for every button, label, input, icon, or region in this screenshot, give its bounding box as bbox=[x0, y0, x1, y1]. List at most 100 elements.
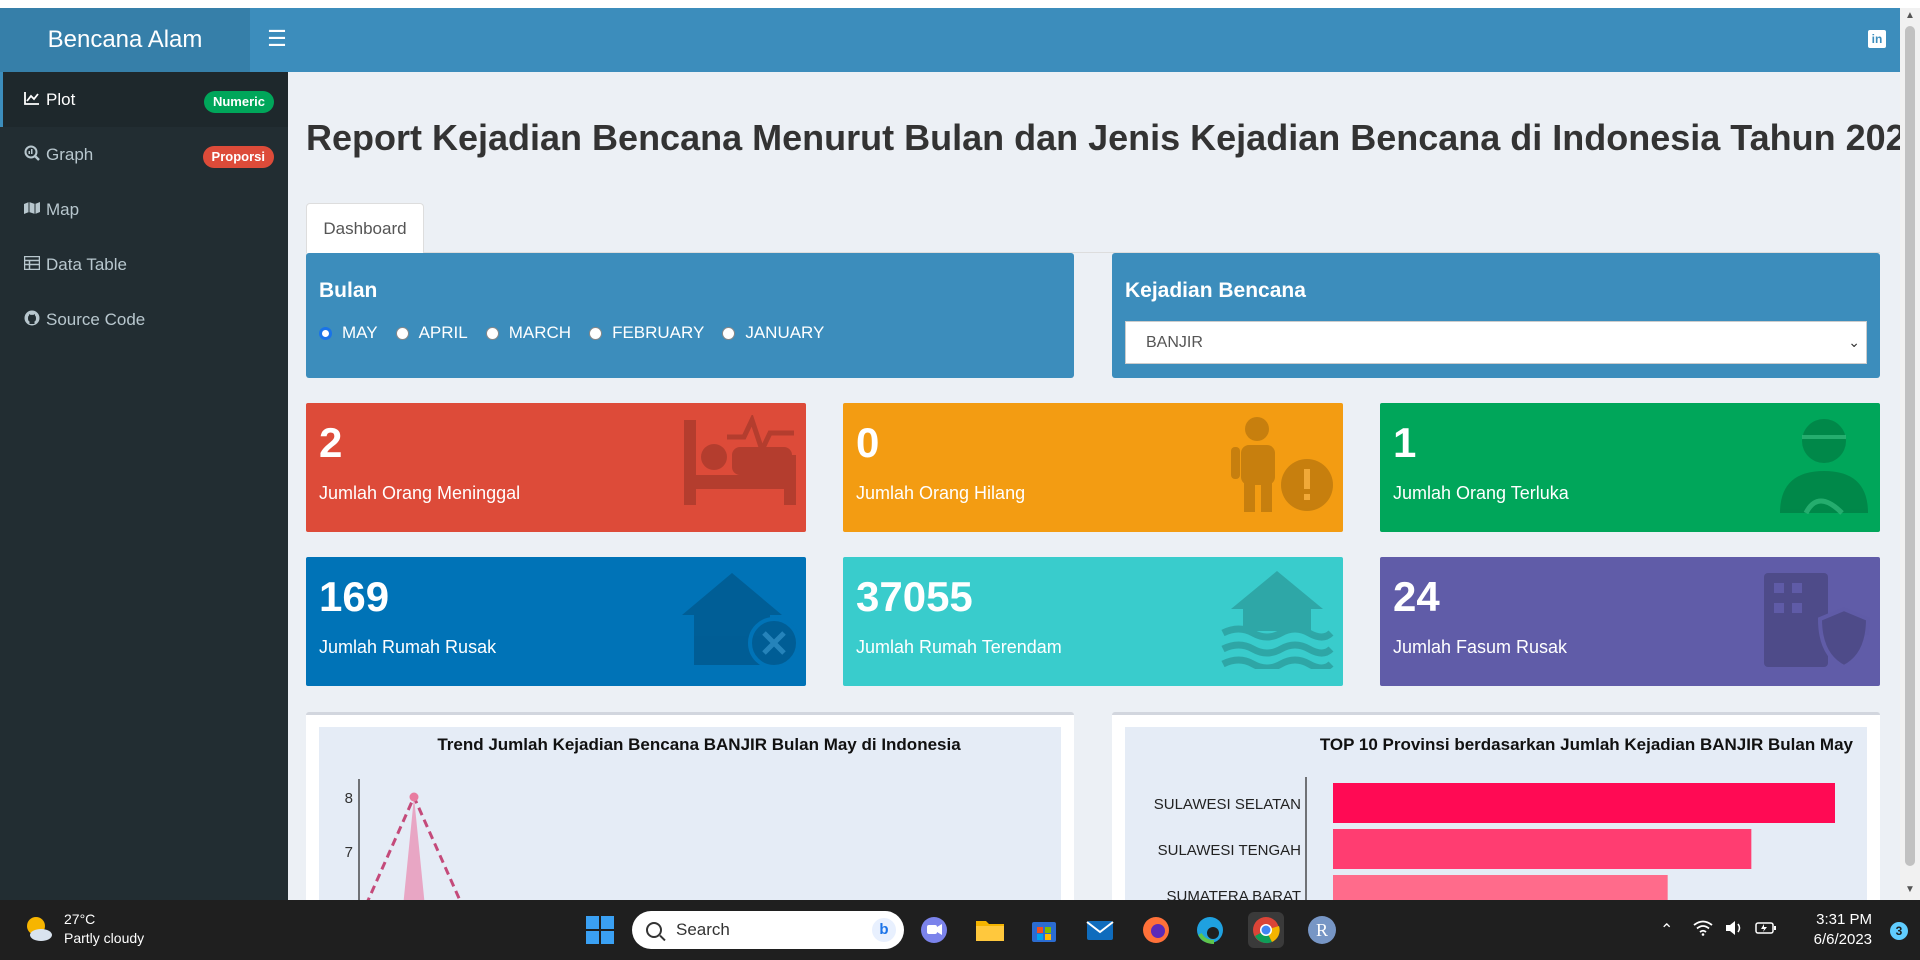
kejadian-panel: Kejadian Bencana BANJIR ⌄ bbox=[1112, 253, 1880, 378]
search-placeholder: Search bbox=[676, 920, 730, 939]
bar bbox=[1333, 875, 1668, 900]
trend-plot-area bbox=[366, 792, 462, 900]
radio-dot[interactable] bbox=[395, 326, 409, 340]
stat-value: 1 bbox=[1393, 419, 1417, 466]
chart-title: TOP 10 Provinsi berdasarkan Jumlah Kejad… bbox=[1320, 735, 1854, 754]
mail-icon[interactable] bbox=[1082, 912, 1118, 948]
bulan-panel: Bulan MAY APRIL MARCH FEBRUARY JANUARY bbox=[306, 253, 1074, 378]
y-tick-labels: 876 bbox=[345, 790, 353, 900]
stat-label: Jumlah Rumah Terendam bbox=[856, 637, 1062, 657]
notification-badge[interactable]: 3 bbox=[1890, 922, 1908, 940]
sidebar-item-graph[interactable]: Graph Proporsi bbox=[0, 127, 288, 182]
search-icon bbox=[646, 922, 662, 938]
scroll-down-icon[interactable]: ▼ bbox=[1905, 884, 1915, 895]
top-navbar: Bencana Alam ☰ in bbox=[0, 8, 1900, 72]
house-damage-icon bbox=[682, 573, 798, 669]
stat-fasum-rusak: 24 Jumlah Fasum Rusak bbox=[1380, 557, 1880, 686]
tab-bar: Dashboard bbox=[306, 203, 1880, 254]
weather-widget[interactable]: 27°C Partly cloudy bbox=[24, 910, 144, 948]
windows-start-icon[interactable] bbox=[582, 912, 618, 948]
taskbar-search[interactable]: Search b bbox=[632, 911, 904, 949]
radio-april[interactable]: APRIL bbox=[395, 323, 468, 343]
sidebar-item-data-table[interactable]: Data Table bbox=[0, 237, 288, 292]
scroll-thumb[interactable] bbox=[1905, 26, 1915, 866]
edge-icon[interactable] bbox=[1192, 912, 1228, 948]
clock-date: 6/6/2023 bbox=[1813, 931, 1872, 948]
house-flood-icon bbox=[1221, 571, 1334, 669]
hamburger-icon[interactable]: ☰ bbox=[262, 24, 292, 54]
chevron-up-icon[interactable]: ⌃ bbox=[1660, 920, 1673, 940]
y-tick-label: 7 bbox=[345, 844, 353, 861]
person-exclamation-icon bbox=[1231, 417, 1333, 512]
bar bbox=[1333, 829, 1752, 869]
system-tray: ⌃ bbox=[1660, 900, 1777, 960]
radio-may[interactable]: MAY bbox=[319, 323, 378, 343]
stat-orang-meninggal: 2 Jumlah Orang Meninggal bbox=[306, 403, 806, 532]
table-icon bbox=[22, 255, 42, 274]
page-scrollbar[interactable]: ▲ ▼ bbox=[1900, 8, 1920, 900]
clock-time: 3:31 PM bbox=[1816, 911, 1872, 928]
tab-dashboard[interactable]: Dashboard bbox=[306, 203, 424, 254]
radio-march[interactable]: MARCH bbox=[485, 323, 571, 343]
bulan-title: Bulan bbox=[319, 279, 378, 302]
chart-title: Trend Jumlah Kejadian Bencana BANJIR Bul… bbox=[437, 735, 961, 754]
stat-label: Jumlah Orang Terluka bbox=[1393, 483, 1569, 503]
sidebar: Plot Numeric Graph Proporsi Map Data Tab… bbox=[0, 72, 288, 900]
stat-value: 24 bbox=[1393, 573, 1440, 620]
partly-cloudy-icon bbox=[24, 914, 54, 944]
stat-value: 0 bbox=[856, 419, 880, 466]
firefox-icon[interactable] bbox=[1138, 912, 1174, 948]
chevron-down-icon: ⌄ bbox=[1848, 334, 1860, 350]
injured-person-icon bbox=[1780, 419, 1868, 515]
radio-february[interactable]: FEBRUARY bbox=[589, 323, 704, 343]
top10-chart-box: TOP 10 Provinsi berdasarkan Jumlah Kejad… bbox=[1112, 712, 1880, 900]
bar-category-label: SULAWESI SELATAN bbox=[1154, 796, 1301, 813]
bar-plot-area: SULAWESI SELATAN SULAWESI TENGAH SUMATERA … bbox=[1154, 783, 1835, 900]
scroll-up-icon[interactable]: ▲ bbox=[1905, 10, 1915, 21]
linkedin-icon[interactable]: in bbox=[1868, 30, 1886, 48]
radio-january[interactable]: JANUARY bbox=[722, 323, 824, 343]
bar-category-label: SUMATERA BARAT bbox=[1167, 888, 1301, 900]
radio-dot[interactable] bbox=[485, 326, 499, 340]
bing-icon[interactable]: b bbox=[872, 918, 896, 942]
trend-chart-box: Trend Jumlah Kejadian Bencana BANJIR Bul… bbox=[306, 712, 1074, 900]
stat-value: 169 bbox=[319, 573, 390, 620]
wifi-icon[interactable] bbox=[1693, 920, 1713, 941]
radio-label: APRIL bbox=[418, 323, 468, 342]
radio-label: JANUARY bbox=[745, 323, 825, 342]
stat-orang-terluka: 1 Jumlah Orang Terluka bbox=[1380, 403, 1880, 532]
badge-numeric: Numeric bbox=[203, 91, 274, 113]
microsoft-store-icon[interactable] bbox=[1026, 912, 1062, 948]
r-app-icon[interactable]: R bbox=[1304, 912, 1340, 948]
building-shield-icon bbox=[1764, 573, 1871, 669]
speaker-icon[interactable] bbox=[1725, 920, 1743, 941]
battery-icon[interactable] bbox=[1755, 921, 1777, 940]
badge-proporsi: Proporsi bbox=[202, 146, 274, 168]
sidebar-item-label: Graph bbox=[46, 144, 94, 164]
stat-label: Jumlah Rumah Rusak bbox=[319, 637, 497, 657]
sidebar-item-map[interactable]: Map bbox=[0, 182, 288, 237]
chrome-icon[interactable] bbox=[1248, 912, 1284, 948]
svg-text:R: R bbox=[1316, 920, 1328, 940]
radio-dot[interactable] bbox=[589, 326, 603, 340]
weather-desc: Partly cloudy bbox=[64, 930, 145, 946]
line-chart-icon bbox=[22, 91, 42, 109]
top10-chart-svg: TOP 10 Provinsi berdasarkan Jumlah Kejad… bbox=[1154, 735, 1854, 900]
stat-rumah-terendam: 37055 Jumlah Rumah Terendam bbox=[843, 557, 1343, 686]
browser-viewport: Bencana Alam ☰ in Plot Numeric Graph Pro… bbox=[0, 8, 1900, 900]
chat-icon[interactable] bbox=[916, 912, 952, 948]
stat-label: Jumlah Fasum Rusak bbox=[1393, 637, 1568, 657]
brand-logo[interactable]: Bencana Alam bbox=[0, 8, 250, 72]
file-explorer-icon[interactable] bbox=[972, 912, 1008, 948]
sidebar-item-plot[interactable]: Plot Numeric bbox=[0, 72, 288, 127]
taskbar-clock[interactable]: 3:31 PM 6/6/2023 bbox=[1814, 910, 1872, 950]
kejadian-title: Kejadian Bencana bbox=[1125, 279, 1306, 302]
select-value: BANJIR bbox=[1146, 334, 1203, 351]
sidebar-item-source-code[interactable]: Source Code bbox=[0, 292, 288, 347]
taskbar: 27°C Partly cloudy Search b R ⌃ 3:31 PM … bbox=[0, 900, 1920, 960]
map-icon bbox=[22, 201, 42, 219]
radio-dot[interactable] bbox=[319, 326, 332, 340]
kejadian-select[interactable]: BANJIR ⌄ bbox=[1125, 321, 1867, 364]
radio-dot[interactable] bbox=[722, 326, 736, 340]
stat-orang-hilang: 0 Jumlah Orang Hilang bbox=[843, 403, 1343, 532]
